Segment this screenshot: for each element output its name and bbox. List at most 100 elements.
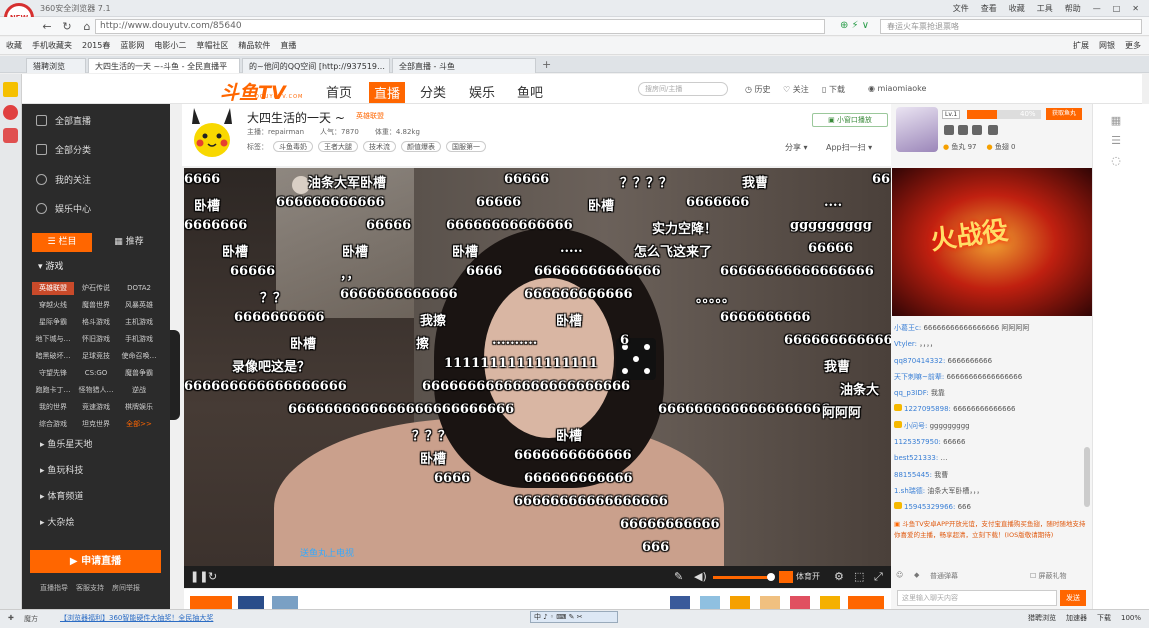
emoji-icon[interactable]: ☺	[896, 571, 903, 579]
apply-live-button[interactable]: ▶ 申请直播	[30, 550, 161, 573]
download-link[interactable]: ▯ 下载	[822, 84, 845, 95]
room-tag-2[interactable]: 王者大腿	[318, 141, 358, 152]
category-misc[interactable]: ▸ 大杂烩	[40, 515, 74, 528]
category-sports[interactable]: ▸ 体育频道	[40, 489, 83, 502]
user-avatar[interactable]	[896, 107, 938, 152]
nav-live[interactable]: 直播	[369, 82, 406, 103]
game-item[interactable]: 怪物猎人…	[75, 384, 117, 397]
bell-icon[interactable]: ◌	[1109, 154, 1123, 168]
back-icon[interactable]: ←	[40, 20, 54, 34]
chat-username[interactable]: 天下刺嘛~前辈:	[894, 373, 944, 381]
security-shield-icon[interactable]: ⊕ ⚡ ∨	[840, 20, 869, 31]
game-section-heading[interactable]: ▾ 游戏	[38, 259, 63, 272]
home-icon[interactable]: ⌂	[80, 20, 94, 34]
game-item[interactable]: 风暴英雄	[118, 299, 160, 312]
gift-fish-icon[interactable]	[730, 596, 750, 609]
tab-3[interactable]: 的~他问的QQ空间 [http://937519…	[242, 58, 390, 73]
widescreen-icon[interactable]: ⬚	[854, 570, 864, 583]
refresh-icon[interactable]: ↻	[60, 20, 74, 34]
status-browse[interactable]: 猎聘浏览	[1028, 613, 1056, 623]
tab-1[interactable]: 猎聘浏览	[26, 58, 86, 73]
grid-icon[interactable]: ▦	[1109, 114, 1123, 128]
status-promo-link[interactable]: 【浏览器福利】360智能硬件大抽奖！全民抽大奖	[60, 613, 213, 623]
bookmark-mobile[interactable]: 手机收藏夹	[32, 40, 72, 51]
chat-username[interactable]: 88155445:	[894, 471, 932, 479]
game-item[interactable]: 使命召唤…	[118, 350, 160, 363]
badge-icon-4[interactable]	[988, 125, 998, 135]
volume-slider[interactable]	[713, 576, 771, 579]
game-item[interactable]: 穿越火线	[32, 299, 74, 312]
gift-send-button[interactable]	[848, 596, 884, 609]
menu-favorites[interactable]: 收藏	[1009, 3, 1025, 14]
footer-guide[interactable]: 直播指导	[40, 583, 68, 593]
nav-entertainment[interactable]: 娱乐	[469, 82, 495, 101]
chat-username[interactable]: 小问号:	[904, 422, 927, 430]
sidebar-tab-column[interactable]: ☰ 栏目	[32, 233, 92, 252]
sidebar-item-all-live[interactable]: 全部直播	[36, 114, 91, 127]
new-tab-icon[interactable]: +	[542, 58, 551, 71]
game-item[interactable]: 地下城与…	[32, 333, 74, 346]
chat-username[interactable]: 15945329966:	[904, 503, 955, 511]
game-item[interactable]: 主机游戏	[118, 316, 160, 329]
bookmark-caomao[interactable]: 草帽社区	[196, 40, 228, 51]
maximize-icon[interactable]: □	[1113, 4, 1121, 13]
game-item[interactable]: 怀旧游戏	[75, 333, 117, 346]
room-tag-1[interactable]: 斗鱼毒奶	[273, 141, 313, 152]
rubik-icon[interactable]: ✚	[8, 614, 14, 622]
ime-toolbar[interactable]: 中 ♪ ◦ ⌨ ✎ ✂	[530, 611, 618, 623]
send-button[interactable]: 发送	[1060, 590, 1086, 606]
game-item[interactable]: 坦克世界	[75, 418, 117, 431]
game-item[interactable]: 魔兽世界	[75, 299, 117, 312]
game-item[interactable]: CS:GO	[75, 367, 117, 380]
site-logo[interactable]: 斗鱼TV	[220, 78, 286, 105]
weibo-icon[interactable]	[3, 128, 18, 143]
barrage-toggle[interactable]	[779, 571, 793, 583]
chat-username[interactable]: best521333:	[894, 454, 938, 462]
game-item[interactable]: 炉石传说	[75, 282, 117, 295]
gift-rocket-icon[interactable]	[670, 596, 690, 609]
room-tag-4[interactable]: 颜值爆表	[401, 141, 441, 152]
url-input[interactable]: http://www.douyutv.com/85640	[95, 19, 825, 34]
pause-icon[interactable]: ❚❚	[190, 570, 208, 583]
game-item[interactable]: 足球竞技	[75, 350, 117, 363]
status-download[interactable]: 下载	[1097, 613, 1111, 623]
gift-heart-icon[interactable]	[790, 596, 810, 609]
chat-username[interactable]: 1125357950:	[894, 438, 941, 446]
chat-username[interactable]: 小葛王c:	[894, 324, 921, 332]
menu-help[interactable]: 帮助	[1065, 3, 1081, 14]
room-tag-5[interactable]: 国服第一	[446, 141, 486, 152]
list-icon[interactable]: ☰	[1109, 134, 1123, 148]
bookmark-software[interactable]: 精品软件	[238, 40, 270, 51]
game-item[interactable]: 手机游戏	[118, 333, 160, 346]
edit-icon[interactable]: ✎	[674, 570, 683, 583]
extensions-button[interactable]: 扩展	[1073, 40, 1089, 51]
badge-icon-1[interactable]	[944, 125, 954, 135]
game-item[interactable]: 全部>>	[118, 418, 160, 431]
sidebar-collapse-handle[interactable]	[170, 330, 180, 420]
sidebar-item-following[interactable]: 我的关注	[36, 173, 91, 186]
share-button[interactable]: 分享 ▾	[785, 142, 808, 153]
footer-report[interactable]: 房间举报	[112, 583, 140, 593]
game-item[interactable]: 我的世界	[32, 401, 74, 414]
eye-icon[interactable]	[3, 105, 18, 120]
app-scan-button[interactable]: App扫一扫 ▾	[826, 142, 872, 153]
game-item[interactable]: 守望先锋	[32, 367, 74, 380]
bookmark-lanying[interactable]: 蓝影网	[120, 40, 144, 51]
game-item[interactable]: 暗黑破坏…	[32, 350, 74, 363]
plane-icon[interactable]	[272, 596, 298, 609]
chat-username[interactable]: Vtyler:	[894, 340, 917, 348]
chat-username[interactable]: qq870414332:	[894, 357, 945, 365]
history-link[interactable]: ◷ 历史	[745, 84, 771, 95]
nav-fishbar[interactable]: 鱼吧	[517, 82, 543, 101]
gift-bar-tab-orange[interactable]	[190, 596, 232, 609]
volume-slider-knob[interactable]	[767, 573, 775, 581]
tab-4[interactable]: 全部直播 - 斗鱼	[392, 58, 536, 73]
gift-bar-tab-time[interactable]	[238, 596, 264, 609]
badge-icon-2[interactable]	[958, 125, 968, 135]
chat-input[interactable]: 这里输入聊天内容	[897, 590, 1057, 606]
game-item[interactable]: 跑跑卡丁…	[32, 384, 74, 397]
chat-scrollbar[interactable]	[1084, 447, 1090, 507]
get-fishball-button[interactable]: 获取鱼丸	[1046, 108, 1082, 120]
game-item[interactable]: 逆战	[118, 384, 160, 397]
menu-view[interactable]: 查看	[981, 3, 997, 14]
